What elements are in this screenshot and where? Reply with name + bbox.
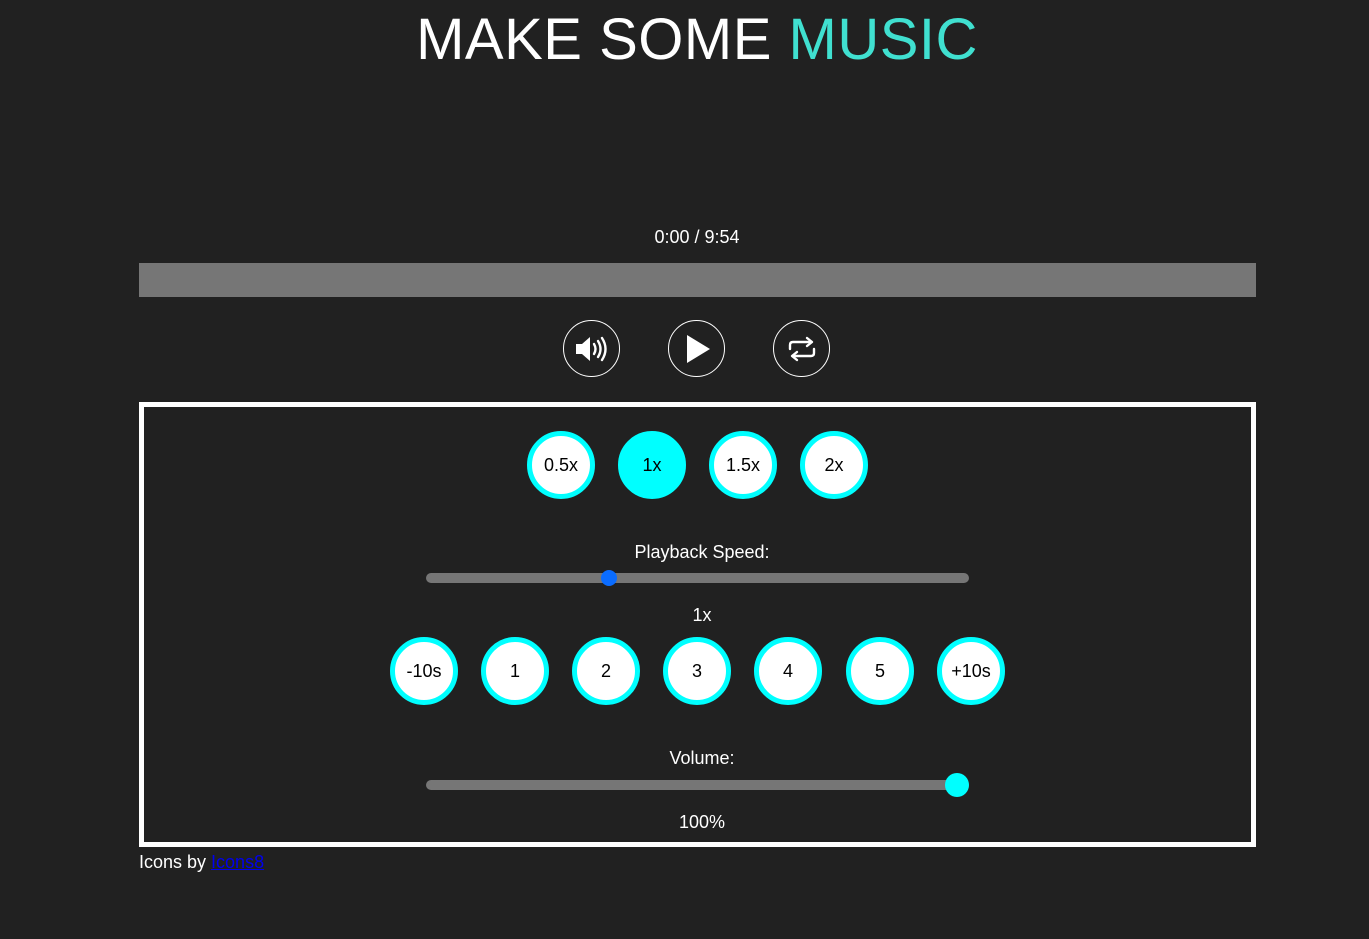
volume-thumb[interactable] — [945, 773, 969, 797]
playback-speed-slider[interactable] — [426, 570, 969, 586]
mute-button[interactable] — [563, 320, 620, 377]
icon-credits: Icons by Icons8 — [139, 851, 264, 873]
title-accent: MUSIC — [788, 7, 978, 72]
speed-button-2x[interactable]: 2x — [800, 431, 868, 499]
seek-forward-button[interactable]: +10s — [937, 637, 1005, 705]
seek-button-5[interactable]: 5 — [846, 637, 914, 705]
seek-button-4[interactable]: 4 — [754, 637, 822, 705]
seek-button-1[interactable]: 1 — [481, 637, 549, 705]
speed-button-0.5x[interactable]: 0.5x — [527, 431, 595, 499]
play-icon — [686, 334, 710, 363]
speaker-volume-icon — [575, 336, 607, 361]
time-display: 0:00 / 9:54 — [654, 227, 740, 247]
credit-text: Icons by — [139, 852, 212, 872]
seek-button-3[interactable]: 3 — [663, 637, 731, 705]
play-button[interactable] — [668, 320, 725, 377]
settings-panel: 0.5x 1x 1.5x 2x Playback Speed: 1x -10s … — [139, 402, 1256, 847]
loop-button[interactable] — [773, 320, 830, 377]
volume-value: 100% — [678, 812, 726, 832]
playback-speed-label: Playback Speed: — [634, 542, 770, 562]
speed-button-1.5x[interactable]: 1.5x — [709, 431, 777, 499]
progress-bar[interactable] — [139, 263, 1256, 297]
repeat-icon — [788, 336, 815, 361]
seek-button-2[interactable]: 2 — [572, 637, 640, 705]
icons8-link[interactable]: Icons8 — [211, 852, 264, 872]
seek-back-button[interactable]: -10s — [390, 637, 458, 705]
playback-speed-value: 1x — [692, 605, 712, 625]
title-main: MAKE SOME — [416, 7, 789, 72]
music-player-page: MAKE SOME MUSIC 0:00 / 9:54 0.5x 1x 1.5x… — [0, 0, 1369, 939]
page-title: MAKE SOME MUSIC — [0, 8, 1369, 72]
playback-speed-thumb[interactable] — [601, 570, 618, 586]
volume-slider[interactable] — [426, 773, 969, 797]
volume-label: Volume: — [669, 748, 735, 768]
speed-button-1x[interactable]: 1x — [618, 431, 686, 499]
